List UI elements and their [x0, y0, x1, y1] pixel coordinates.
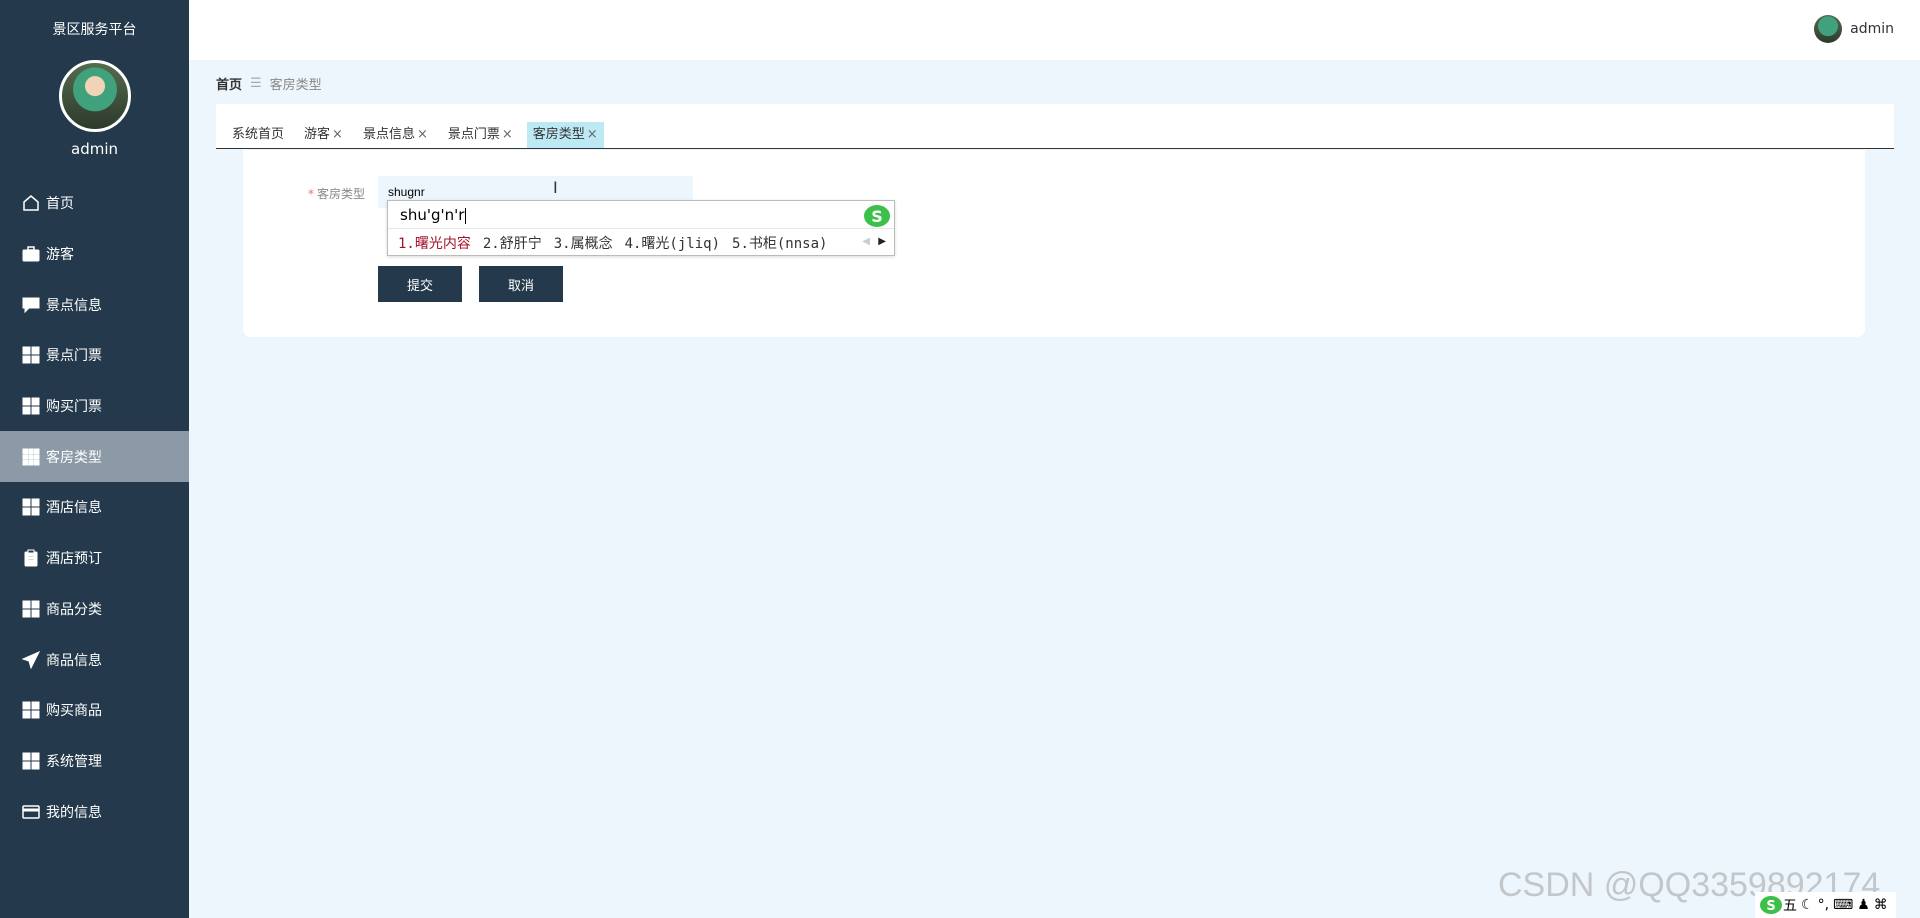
ime-candidate[interactable]: 4.曙光(jliq)	[625, 233, 720, 253]
sogou-logo-icon: S	[864, 205, 890, 227]
sidebar-item-label: 客房类型	[46, 449, 102, 466]
sidebar-item-hotel-booking[interactable]: 酒店预订	[0, 533, 189, 584]
grid-icon	[22, 397, 40, 415]
tab-home[interactable]: 系统首页	[226, 122, 290, 148]
toolbox-icon[interactable]: ⌘	[1874, 897, 1888, 913]
required-mark: *	[308, 187, 314, 201]
sidebar-item-home[interactable]: 首页	[0, 178, 189, 229]
sidebar-item-room-types[interactable]: 客房类型	[0, 431, 189, 483]
moon-icon[interactable]: ☾	[1801, 897, 1814, 913]
cancel-button[interactable]: 取消	[479, 266, 563, 302]
breadcrumb: 首页 ☰ 客房类型	[216, 74, 322, 93]
close-icon[interactable]: ×	[587, 122, 598, 148]
sidebar-item-hotels[interactable]: 酒店信息	[0, 482, 189, 533]
input-mode[interactable]: 五	[1783, 895, 1797, 915]
clipboard-icon	[22, 549, 40, 567]
grid-icon	[22, 600, 40, 618]
sidebar-item-attractions[interactable]: 景点信息	[0, 279, 189, 330]
grid-9-icon	[22, 448, 40, 466]
sidebar-item-label: 购买商品	[46, 703, 102, 720]
sidebar: 景区服务平台 admin 首页 游客 景点信息 景点门票 购买门票 客房类型 酒…	[0, 0, 189, 918]
username: admin	[1850, 21, 1894, 37]
tab-room-types[interactable]: 客房类型 ×	[526, 122, 604, 148]
sidebar-item-label: 景点门票	[46, 348, 102, 365]
ime-candidate-popup: shu'g'n'r S 1.曙光内容 2.舒肝宁 3.属概念 4.曙光(jliq…	[387, 200, 895, 256]
ime-next-page-icon[interactable]: ▶	[878, 236, 886, 247]
svg-text:S: S	[871, 207, 883, 226]
user-menu[interactable]: admin	[1814, 15, 1894, 43]
close-icon[interactable]: ×	[417, 122, 428, 148]
avatar[interactable]	[58, 60, 131, 132]
sidebar-item-visitors[interactable]: 游客	[0, 229, 189, 280]
sidebar-item-label: 景点信息	[46, 297, 102, 314]
ime-candidate[interactable]: 5.书柜(nnsa)	[732, 233, 827, 253]
ime-composition: shu'g'n'r	[400, 206, 465, 224]
tab-label: 系统首页	[232, 127, 285, 142]
sidebar-item-label: 商品分类	[46, 601, 102, 618]
tab-tickets[interactable]: 景点门票 ×	[442, 122, 519, 148]
sidebar-item-tickets[interactable]: 景点门票	[0, 330, 189, 381]
app-title: 景区服务平台	[52, 22, 137, 38]
room-type-label-text: 客房类型	[317, 187, 366, 201]
tab-label: 游客	[304, 127, 331, 142]
tab-visitors[interactable]: 游客 ×	[298, 122, 349, 148]
chat-icon	[22, 296, 40, 314]
tab-label: 客房类型	[532, 127, 585, 142]
tabs-bar: 系统首页 游客 × 景点信息 × 景点门票 × 客房类型 ×	[216, 104, 1894, 149]
grid-icon	[22, 701, 40, 719]
ime-divider	[388, 228, 894, 229]
card-icon	[22, 803, 40, 821]
punctuation-icon[interactable]: °,	[1818, 897, 1829, 913]
text-cursor-icon: I	[553, 178, 558, 197]
sidebar-item-buy-goods[interactable]: 购买商品	[0, 685, 189, 736]
ime-candidates: 1.曙光内容 2.舒肝宁 3.属概念 4.曙光(jliq) 5.书柜(nnsa)	[398, 233, 839, 253]
svg-text:S: S	[1766, 899, 1775, 914]
sidebar-item-label: 首页	[46, 196, 74, 213]
submit-button[interactable]: 提交	[378, 266, 462, 302]
grid-icon	[22, 752, 40, 770]
sidebar-item-label: 酒店预订	[46, 551, 102, 568]
breadcrumb-current: 客房类型	[269, 78, 322, 93]
sidebar-item-my-info[interactable]: 我的信息	[0, 786, 189, 837]
sidebar-item-goods-info[interactable]: 商品信息	[0, 634, 189, 685]
sidebar-item-label: 我的信息	[46, 804, 102, 821]
sidebar-item-label: 酒店信息	[46, 500, 102, 517]
sidebar-menu: 首页 游客 景点信息 景点门票 购买门票 客房类型 酒店信息 酒店预订 商品分类…	[0, 178, 189, 837]
briefcase-icon	[22, 245, 40, 263]
ime-candidate[interactable]: 2.舒肝宁	[483, 233, 542, 253]
avatar[interactable]	[1814, 15, 1843, 43]
ime-status-tray[interactable]: S 五 ☾ °, ⌨ ♟ ⌘	[1755, 892, 1896, 918]
sidebar-item-system[interactable]: 系统管理	[0, 736, 189, 787]
breadcrumb-home[interactable]: 首页	[216, 74, 242, 93]
top-bar: admin	[189, 0, 1920, 60]
grid-icon	[22, 498, 40, 516]
grid-icon	[22, 346, 40, 364]
tab-label: 景点信息	[362, 127, 415, 142]
sidebar-item-buy-tickets[interactable]: 购买门票	[0, 381, 189, 432]
home-icon	[22, 194, 40, 212]
sidebar-item-label: 商品信息	[46, 652, 102, 669]
close-icon[interactable]: ×	[502, 122, 513, 148]
keyboard-icon[interactable]: ⌨	[1833, 897, 1853, 913]
ime-candidate[interactable]: 1.曙光内容	[398, 233, 471, 253]
close-icon[interactable]: ×	[332, 122, 343, 148]
sidebar-item-goods-category[interactable]: 商品分类	[0, 584, 189, 635]
sidebar-item-label: 游客	[46, 247, 74, 264]
ime-prev-page-icon[interactable]: ◀	[862, 236, 870, 247]
tab-label: 景点门票	[447, 127, 500, 142]
room-type-label: * 客房类型	[308, 185, 365, 202]
sidebar-item-label: 系统管理	[46, 753, 102, 770]
sogou-logo-icon: S	[1760, 896, 1782, 914]
ime-candidate[interactable]: 3.属概念	[554, 233, 613, 253]
send-icon	[22, 650, 40, 669]
sidebar-username: admin	[71, 140, 118, 158]
breadcrumb-separator-icon: ☰	[250, 76, 262, 91]
sidebar-item-label: 购买门票	[46, 399, 102, 416]
user-icon[interactable]: ♟	[1857, 897, 1870, 913]
tab-attractions[interactable]: 景点信息 ×	[357, 122, 434, 148]
